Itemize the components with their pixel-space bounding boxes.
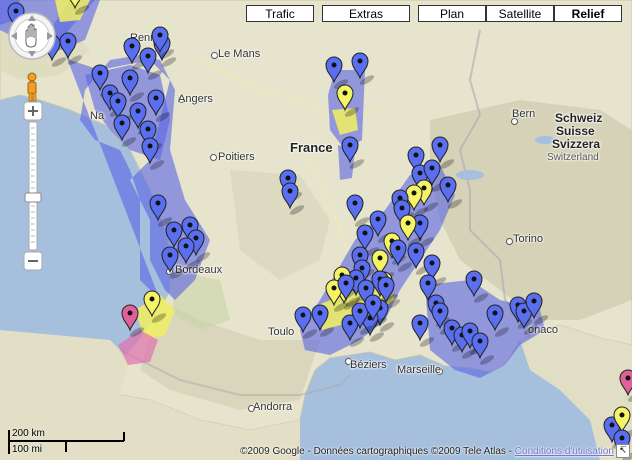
- map-type-extras-button[interactable]: Extras: [322, 5, 410, 22]
- marker-pink[interactable]: [619, 369, 632, 404]
- marker-blue[interactable]: [439, 176, 463, 211]
- resize-corner-icon[interactable]: ↸: [616, 444, 630, 458]
- zoom-in-button[interactable]: [23, 101, 43, 121]
- marker-blue[interactable]: [411, 314, 435, 349]
- marker-pink[interactable]: [121, 304, 145, 339]
- map-type-traffic-button[interactable]: Trafic: [246, 5, 314, 22]
- copyright-notice: ©2009 Google - Données cartographiques ©…: [240, 446, 614, 457]
- marker-blue[interactable]: [281, 182, 305, 217]
- zoom-slider-handle[interactable]: [24, 192, 42, 203]
- marker-blue[interactable]: [346, 194, 370, 229]
- pan-control[interactable]: [8, 12, 56, 60]
- copyright-text: ©2009 Google - Données cartographiques ©…: [240, 446, 515, 457]
- terms-of-use-link[interactable]: Conditions d'utilisation: [515, 446, 614, 457]
- map-type-relief-button[interactable]: Relief: [554, 5, 622, 22]
- marker-blue[interactable]: [471, 332, 495, 367]
- map-type-satellite-button[interactable]: Satellite: [486, 5, 554, 22]
- marker-blue[interactable]: [341, 136, 365, 171]
- pegman-icon[interactable]: [27, 72, 37, 102]
- scale-bar: 200 km 100 mi: [8, 428, 128, 456]
- navigation-control: [8, 12, 56, 271]
- map-viewport[interactable]: Rennes Le Mans Angers Na Poitiers France…: [0, 0, 632, 460]
- marker-blue[interactable]: [141, 137, 165, 172]
- marker-yellow[interactable]: [336, 84, 360, 119]
- marker-blue[interactable]: [311, 304, 335, 339]
- marker-yellow[interactable]: [67, 0, 90, 17]
- map-type-plan-button[interactable]: Plan: [418, 5, 486, 22]
- zoom-out-button[interactable]: [23, 251, 43, 271]
- marker-blue[interactable]: [465, 270, 489, 305]
- marker-yellow[interactable]: [143, 290, 167, 325]
- marker-blue[interactable]: [351, 52, 375, 87]
- scale-bar-lines: [8, 430, 125, 454]
- markers-layer: [7, 0, 632, 460]
- zoom-slider-track[interactable]: [28, 121, 38, 251]
- marker-blue[interactable]: [486, 304, 510, 339]
- marker-blue[interactable]: [147, 89, 171, 124]
